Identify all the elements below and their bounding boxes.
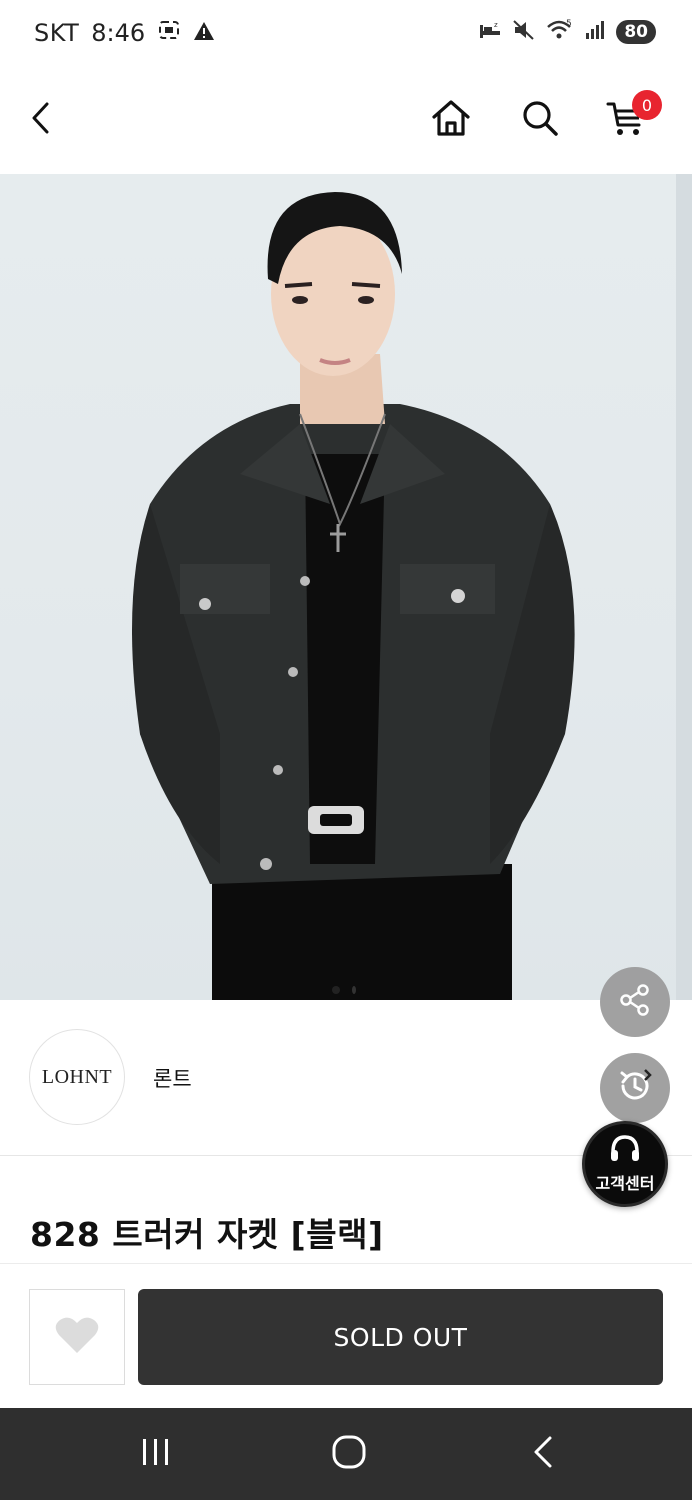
recent-history-button[interactable] — [600, 1053, 670, 1123]
signal-icon — [584, 19, 606, 45]
android-home-button[interactable] — [325, 1432, 373, 1476]
android-home-icon — [331, 1434, 367, 1474]
share-button[interactable] — [600, 967, 670, 1037]
android-back-icon — [531, 1435, 557, 1473]
image-dot-active — [332, 986, 340, 994]
clock: 8:46 — [91, 19, 146, 47]
sold-out-button[interactable]: SOLD OUT — [138, 1289, 663, 1385]
android-nav-bar — [0, 1408, 692, 1500]
home-icon — [431, 99, 471, 141]
recent-history-icon — [615, 1066, 655, 1110]
battery-indicator: 80 — [616, 20, 656, 44]
share-icon — [618, 983, 652, 1021]
wifi-icon: 5 — [546, 18, 574, 46]
brand-logo[interactable]: LOHNT — [29, 1029, 125, 1125]
screenshot-icon — [157, 18, 181, 48]
status-bar: SKT 8:46 z 5 80 — [0, 0, 692, 66]
headset-icon — [608, 1134, 642, 1168]
search-button[interactable] — [518, 98, 562, 142]
carrier-label: SKT — [34, 19, 80, 47]
product-photo-illustration — [132, 174, 692, 1000]
heart-icon — [54, 1315, 100, 1359]
mute-icon — [512, 19, 536, 45]
back-arrow-icon — [27, 101, 57, 139]
brand-row: LOHNT 론트 — [0, 1000, 692, 1156]
search-icon — [521, 99, 559, 141]
svg-text:5: 5 — [566, 19, 572, 29]
svg-text:z: z — [494, 21, 498, 29]
product-image[interactable] — [0, 174, 692, 1000]
wishlist-button[interactable] — [29, 1289, 125, 1385]
image-dot — [352, 986, 356, 994]
customer-service-label: 고객센터 — [595, 1174, 655, 1193]
purchase-bar: SOLD OUT — [0, 1263, 692, 1408]
status-left: SKT 8:46 — [34, 18, 215, 48]
android-back-button[interactable] — [520, 1432, 568, 1476]
back-button[interactable] — [20, 98, 64, 142]
customer-service-button[interactable]: 고객센터 — [582, 1121, 668, 1207]
sleep-mode-icon: z — [478, 19, 502, 45]
brand-name[interactable]: 론트 — [153, 1063, 192, 1093]
recent-apps-button[interactable] — [132, 1432, 180, 1476]
product-title: 828 트러커 자켓 [블랙] — [30, 1215, 384, 1254]
warning-icon — [193, 19, 215, 47]
cart-count-badge: 0 — [632, 90, 662, 120]
status-right: z 5 80 — [478, 18, 656, 46]
recent-apps-icon — [140, 1437, 172, 1471]
home-button[interactable] — [429, 98, 473, 142]
top-nav — [0, 66, 692, 174]
image-pagination — [332, 986, 356, 994]
